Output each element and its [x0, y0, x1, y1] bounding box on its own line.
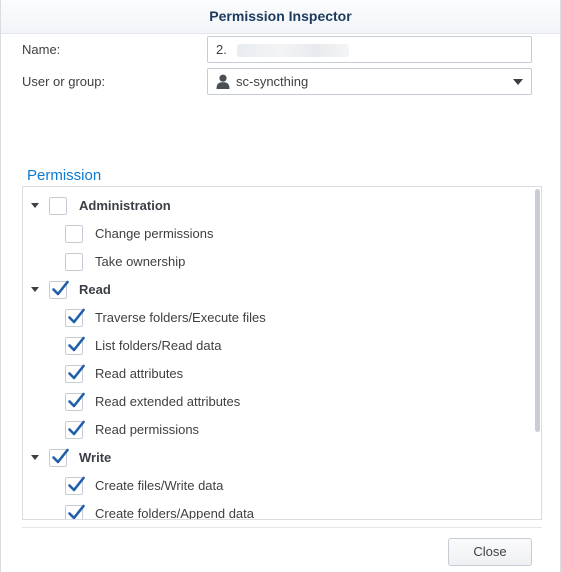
expand-toggle-icon[interactable] — [31, 203, 39, 208]
permission-item-checkbox[interactable] — [65, 225, 83, 243]
permission-item-label: Create files/Write data — [95, 478, 224, 493]
name-field[interactable]: 2. — [207, 36, 532, 63]
permission-item-label: Change permissions — [95, 226, 214, 241]
dialog-titlebar[interactable]: Permission Inspector — [1, 0, 560, 34]
permission-item-checkbox[interactable] — [65, 253, 83, 271]
scrollbar-thumb[interactable] — [535, 189, 540, 432]
permission-group-row: Administration — [23, 192, 528, 220]
permission-item-checkbox[interactable] — [65, 476, 85, 495]
permission-item-row: Read attributes — [23, 360, 528, 388]
permission-group-label: Write — [79, 450, 112, 465]
permission-item-checkbox[interactable] — [65, 308, 85, 327]
name-row: Name: 2. — [22, 36, 532, 64]
permission-group-row: Read — [23, 276, 528, 304]
permission-item-label: List folders/Read data — [95, 338, 222, 353]
permission-item-checkbox[interactable] — [65, 504, 85, 519]
permission-item-row: Take ownership — [23, 248, 528, 276]
permission-item-row: Read extended attributes — [23, 388, 528, 416]
user-icon — [216, 74, 230, 89]
checkmark-icon — [52, 448, 69, 464]
permission-item-label: Read extended attributes — [95, 394, 241, 409]
checkmark-icon — [68, 336, 85, 352]
permission-item-row: List folders/Read data — [23, 332, 528, 360]
checkmark-icon — [68, 476, 85, 492]
permission-section-title: Permission — [27, 167, 102, 184]
expand-toggle-icon[interactable] — [31, 287, 39, 292]
permission-group-label: Administration — [79, 198, 171, 213]
name-value: 2. — [216, 42, 227, 57]
permission-item-label: Create folders/Append data — [95, 506, 254, 520]
user-group-select[interactable]: sc-syncthing — [207, 68, 532, 95]
close-button[interactable]: Close — [448, 538, 532, 566]
permission-group-checkbox[interactable] — [49, 280, 69, 299]
permission-group-checkbox[interactable] — [49, 197, 67, 215]
user-group-value: sc-syncthing — [236, 74, 309, 89]
chevron-down-icon[interactable] — [513, 79, 523, 85]
checkmark-icon — [68, 392, 85, 408]
permission-item-row: Create files/Write data — [23, 472, 528, 500]
expand-toggle-icon[interactable] — [31, 455, 39, 460]
user-group-label: User or group: — [22, 74, 106, 89]
footer-divider — [22, 527, 542, 528]
user-group-row: User or group: sc-syncthing — [22, 68, 532, 96]
dialog-title: Permission Inspector — [209, 8, 352, 24]
redacted-name-blur — [236, 44, 349, 58]
permission-tree: Administration Change permissions Take own… — [22, 186, 542, 520]
permission-item-row: Change permissions — [23, 220, 528, 248]
permission-item-checkbox[interactable] — [65, 420, 85, 439]
permission-inspector-dialog: Permission Inspector Name: 2. User or gr… — [0, 0, 561, 572]
permission-group-row: Write — [23, 444, 528, 472]
permission-group-label: Read — [79, 282, 111, 297]
checkmark-icon — [68, 308, 85, 324]
name-label: Name: — [22, 42, 61, 57]
checkmark-icon — [68, 420, 85, 436]
permission-item-row: Create folders/Append data — [23, 500, 528, 520]
checkmark-icon — [68, 504, 85, 519]
permission-group-checkbox[interactable] — [49, 448, 69, 467]
permission-item-label: Traverse folders/Execute files — [95, 310, 266, 325]
permission-item-label: Read permissions — [95, 422, 200, 437]
checkmark-icon — [68, 364, 85, 380]
permission-item-checkbox[interactable] — [65, 364, 85, 383]
permission-item-label: Read attributes — [95, 366, 184, 381]
checkmark-icon — [52, 280, 69, 296]
permission-item-checkbox[interactable] — [65, 336, 85, 355]
permission-item-row: Read permissions — [23, 416, 528, 444]
permission-item-row: Traverse folders/Execute files — [23, 304, 528, 332]
permission-item-label: Take ownership — [95, 254, 186, 269]
permission-item-checkbox[interactable] — [65, 392, 85, 411]
